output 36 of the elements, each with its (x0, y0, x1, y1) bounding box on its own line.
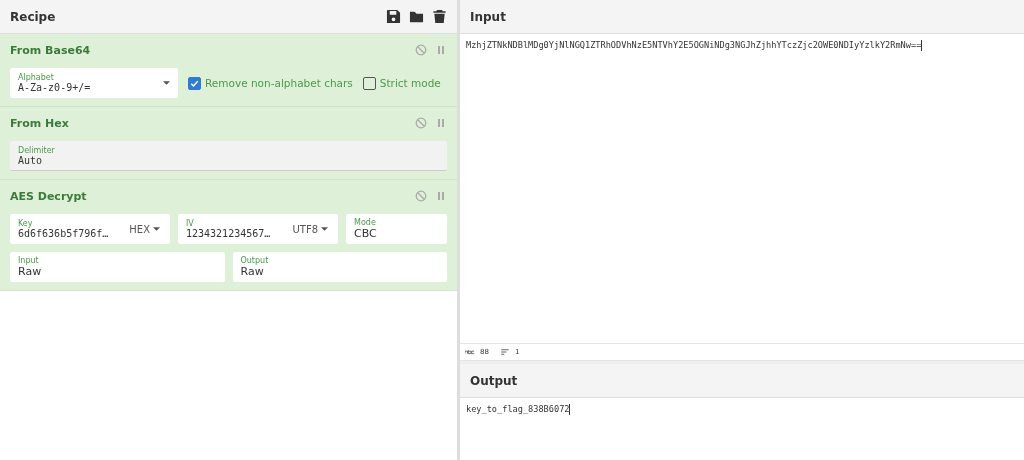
output-text: key_to_flag_838B6072 (466, 404, 570, 414)
input-field[interactable]: Key 6d6f636b5f796f… HEX (10, 214, 170, 244)
disable-icon[interactable] (415, 44, 427, 56)
folder-icon[interactable] (409, 9, 424, 24)
checkbox[interactable] (188, 76, 201, 90)
panel-title: Input (470, 9, 506, 24)
caret-icon (153, 226, 160, 232)
length-icon (465, 349, 475, 355)
dropdown-field[interactable]: Alphabet A-Za-z0-9+/= (10, 68, 178, 98)
input-text-area[interactable]: MzhjZTNkNDBlMDg0YjNlNGQ1ZTRhODVhNzE5NTVhY2E5OGNiNDg3NGJhZjhhYTczZjc2OWE0NDIyYzlkY2RmNw== (460, 34, 1024, 343)
operation-name: From Base64 (10, 43, 91, 57)
dropdown-field[interactable]: Delimiter Auto (10, 141, 447, 171)
pause-icon[interactable] (435, 117, 447, 129)
input-text: MzhjZTNkNDBlMDg0YjNlNGQ1ZTRhODVhNzE5NTVhY2E5OGNiNDg3NGJhZjhhYTczZjc2OWE0NDIyYzlkY2RmNw== (466, 40, 922, 50)
caret-icon (321, 226, 328, 232)
pause-icon[interactable] (435, 190, 447, 202)
trash-icon[interactable] (432, 9, 447, 24)
panel-title: Output (470, 373, 518, 388)
operation-name: AES Decrypt (10, 189, 87, 203)
encoding-dropdown[interactable]: HEX (127, 221, 162, 237)
input-field[interactable]: Mode CBC (346, 214, 447, 244)
save-icon[interactable] (386, 9, 401, 24)
encoding-dropdown[interactable]: UTF8 (290, 221, 330, 237)
disable-icon[interactable] (415, 190, 427, 202)
disable-icon[interactable] (415, 117, 427, 129)
operation-name: From Hex (10, 116, 69, 130)
input-field[interactable]: IV 1234321234567… UTF8 (178, 214, 338, 244)
checkbox-label: Strict mode (379, 77, 441, 89)
caret-icon (163, 80, 170, 86)
pause-icon[interactable] (435, 44, 447, 56)
checkbox[interactable] (362, 76, 376, 90)
panel-title: Recipe (10, 9, 56, 24)
input-field[interactable]: Output Raw (232, 252, 447, 282)
input-field[interactable]: Input Raw (10, 252, 225, 282)
checkbox-label: Remove non-alphabet chars (205, 77, 353, 89)
lines-icon (499, 349, 510, 355)
